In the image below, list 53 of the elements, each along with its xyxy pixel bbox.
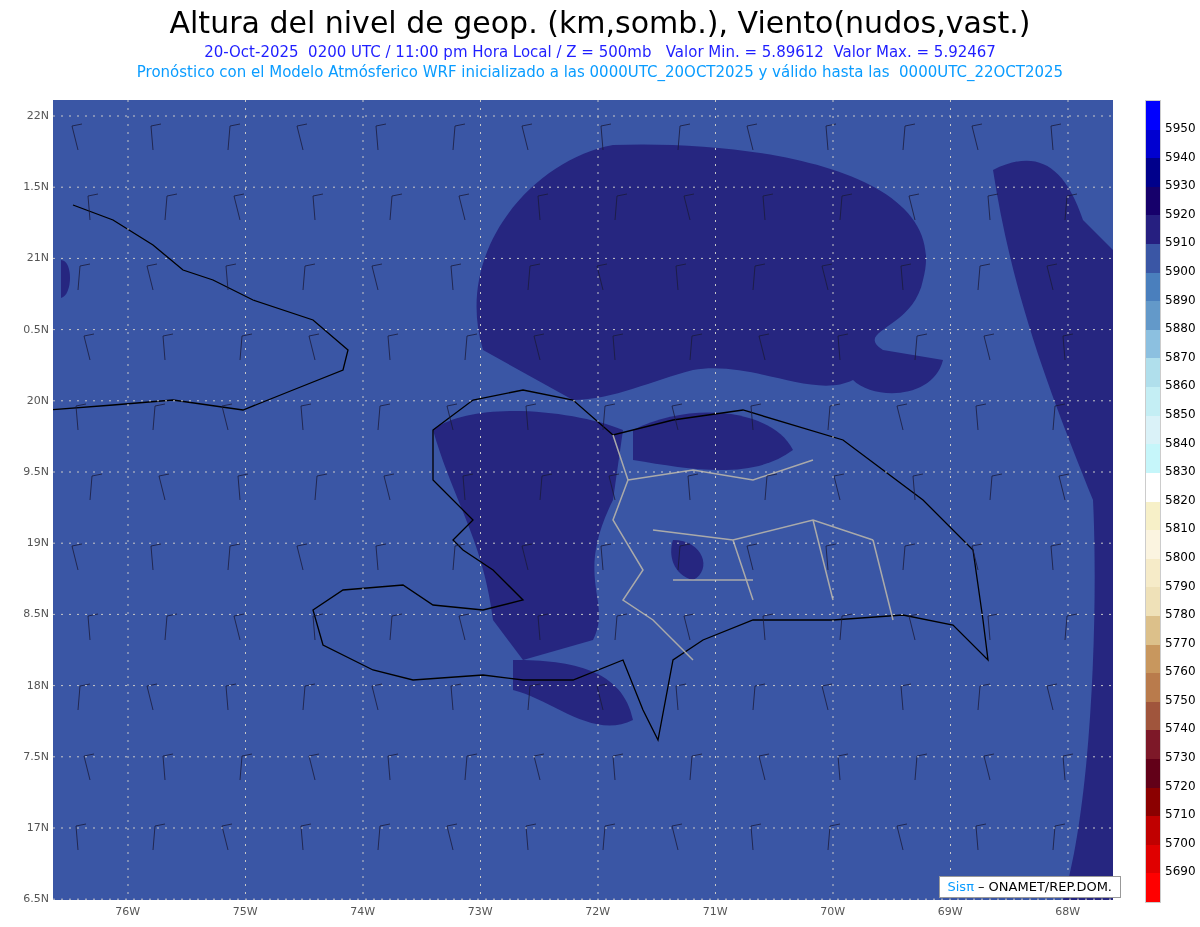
chart-title: Altura del nivel de geop. (km,somb.), Viento(nudos,vast.) [169,4,1031,42]
colorbar-label: 5940 [1165,148,1196,165]
colorbar-label: 5890 [1165,291,1196,308]
colorbar-label: 5950 [1165,120,1196,136]
latitude-label: 21N [26,250,49,267]
longitude-label: 72W [585,904,611,920]
brand-text: Sisπ [947,878,974,897]
colorbar-label: 5780 [1165,606,1196,623]
latitude-label: 19N [26,535,49,552]
colorbar-label: 5830 [1165,463,1196,480]
colorbar-label: 5750 [1165,691,1196,708]
longitude-label: 69W [937,904,963,920]
colorbar-label: 5760 [1165,663,1196,680]
colorbar-label: 5930 [1165,177,1196,194]
latitude-label: 17N [26,819,49,836]
colorbar-label: 5920 [1165,205,1196,222]
longitude-label: 75W [232,904,258,920]
colorbar-label: 5850 [1165,405,1196,422]
longitude-label: 74W [350,904,376,920]
colorbar-label: 5690 [1165,863,1196,880]
latitude-label: 18N [26,677,49,694]
latitude-label: 8.5N [23,606,49,623]
latitude-label: 20N [26,392,49,409]
latitude-label: 9.5N [23,463,49,480]
colorbar-label: 5810 [1165,520,1196,537]
credit-text: – ONAMET/REP.DOM. [977,878,1112,897]
latitude-label: 0.5N [23,321,49,338]
longitude-label: 68W [1055,904,1081,920]
colorbar-label: 5720 [1165,777,1196,794]
colorbar-label: 5910 [1165,234,1196,251]
colorbar-label: 5770 [1165,634,1196,651]
colorbar-label: 5740 [1165,720,1196,737]
colorbar-label: 5870 [1165,348,1196,365]
longitude-label: 71W [702,904,728,920]
colorbar-label: 5800 [1165,548,1196,565]
colorbar-label: 5730 [1165,749,1196,766]
colorbar-label: 5710 [1165,806,1196,823]
colorbar-label: 5820 [1165,491,1196,508]
longitude-label: 70W [820,904,846,920]
colorbar-label: 5840 [1165,434,1196,451]
colorbar-label: 5880 [1165,320,1196,337]
colorbar-label: 5860 [1165,377,1196,394]
longitude-label: 73W [467,904,493,920]
latitude-label: 22N [26,108,49,124]
forecast-time-line: 20-Oct-2025 0200 UTC / 11:00 pm Hora Local / Z = 500mb Valor Min. = 5.89612 Valor Max. = 5.92467 [204,42,996,62]
colorbar-label: 5900 [1165,262,1196,279]
latitude-label: 6.5N [23,891,49,908]
latitude-label: 1.5N [23,179,49,196]
longitude-label: 76W [115,904,141,920]
forecast-note: Pronóstico con el Modelo Atmósferico WRF inicializado a las 0000UTC_20OCT2025 y válido hasta las 0000UTC_22OCT2025 [136,62,1064,82]
colorbar-label: 5790 [1165,577,1196,594]
colorbar-label: 5700 [1165,834,1196,851]
latitude-label: 7.5N [23,748,49,765]
